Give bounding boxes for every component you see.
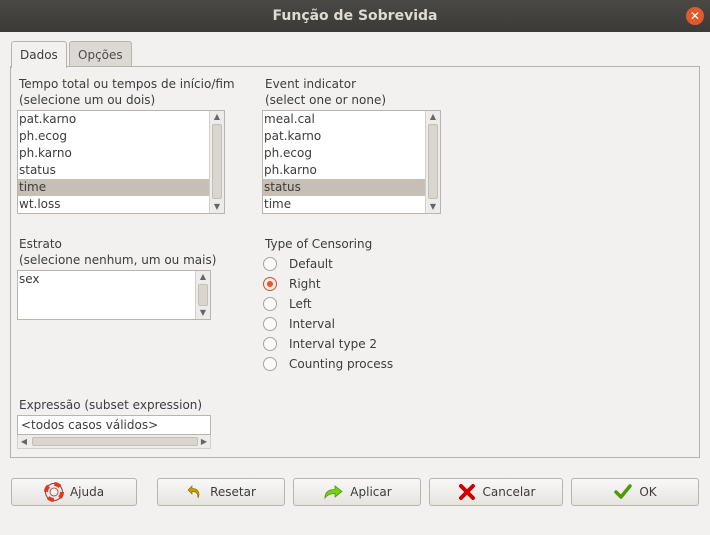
ok-button[interactable]: OK (571, 478, 699, 506)
reset-button-label: Resetar (210, 485, 256, 499)
radio-right[interactable]: Right (263, 275, 321, 293)
list-item[interactable]: wt.loss (18, 196, 224, 213)
radio-button[interactable] (263, 337, 277, 351)
tab-opcoes[interactable]: Opções (69, 41, 132, 67)
strata-list-label-line1: Estrato (19, 237, 62, 251)
list-item[interactable]: meal.cal (263, 111, 440, 128)
tab-dados-label: Dados (20, 48, 58, 62)
scroll-up-icon[interactable]: ▲ (196, 271, 210, 283)
list-item[interactable]: status (18, 162, 224, 179)
scroll-up-icon[interactable]: ▲ (210, 111, 224, 123)
list-item[interactable]: ph.karno (18, 145, 224, 162)
scroll-thumb[interactable] (428, 124, 438, 199)
event-listbox[interactable]: meal.cal pat.karno ph.ecog ph.karno stat… (262, 110, 441, 214)
help-button-label: Ajuda (69, 485, 105, 499)
redo-arrow-icon (324, 485, 343, 500)
checkmark-icon (614, 484, 633, 499)
ok-button-label: OK (639, 485, 657, 499)
censoring-label: Type of Censoring (265, 237, 373, 251)
event-list-scrollbar[interactable]: ▲ ▼ (425, 111, 440, 213)
list-item-selected[interactable]: status (263, 179, 440, 196)
radio-counting-process[interactable]: Counting process (263, 355, 393, 373)
radio-label: Right (289, 277, 321, 291)
tab-dados[interactable]: Dados (11, 41, 67, 68)
strata-listbox[interactable]: sex ▲ ▼ (17, 270, 211, 320)
time-list-label-line2: (selecione um ou dois) (19, 93, 156, 107)
scroll-right-icon[interactable]: ▶ (198, 435, 210, 448)
strata-list-label: Estrato (selecione nenhum, um ou mais) (19, 236, 216, 268)
radio-default[interactable]: Default (263, 255, 333, 273)
scroll-down-icon[interactable]: ▼ (210, 201, 224, 213)
time-list-label: Tempo total ou tempos de início/fim (sel… (19, 76, 235, 108)
radio-button[interactable] (263, 317, 277, 331)
list-item[interactable]: time (263, 196, 440, 213)
time-list-scrollbar[interactable]: ▲ ▼ (209, 111, 224, 213)
radio-label: Interval type 2 (289, 337, 378, 351)
list-item-selected[interactable]: time (18, 179, 224, 196)
radio-button[interactable] (263, 297, 277, 311)
radio-label: Default (289, 257, 333, 271)
reset-button[interactable]: Resetar (157, 478, 285, 506)
list-item[interactable]: ph.ecog (263, 145, 440, 162)
list-item[interactable]: pat.karno (18, 111, 224, 128)
subset-label: Expressão (subset expression) (19, 398, 203, 412)
scroll-thumb[interactable] (212, 124, 222, 199)
help-button[interactable]: Ajuda (11, 478, 137, 506)
list-item[interactable]: sex (18, 271, 210, 288)
list-item[interactable]: ph.ecog (18, 128, 224, 145)
event-list-label-line1: Event indicator (265, 77, 357, 91)
radio-interval-type-2[interactable]: Interval type 2 (263, 335, 377, 353)
radio-interval[interactable]: Interval (263, 315, 335, 333)
radio-left[interactable]: Left (263, 295, 312, 313)
scroll-up-icon[interactable]: ▲ (426, 111, 440, 123)
cancel-button[interactable]: Cancelar (429, 478, 563, 506)
radio-label: Left (289, 297, 312, 311)
scroll-thumb[interactable] (198, 284, 208, 306)
radio-button[interactable] (263, 357, 277, 371)
subset-expression-input[interactable]: <todos casos válidos> (17, 415, 211, 435)
close-icon[interactable]: ✕ (686, 7, 704, 25)
subset-hscrollbar[interactable]: ◀ ▶ (17, 435, 211, 449)
scroll-down-icon[interactable]: ▼ (196, 307, 210, 319)
event-list-label: Event indicator (select one or none) (265, 76, 386, 108)
time-list-label-line1: Tempo total ou tempos de início/fim (19, 77, 235, 91)
cancel-button-label: Cancelar (482, 485, 536, 499)
title-bar: Função de Sobrevida ✕ (0, 0, 710, 32)
scroll-down-icon[interactable]: ▼ (426, 201, 440, 213)
window-title: Função de Sobrevida (272, 8, 438, 24)
strata-list-scrollbar[interactable]: ▲ ▼ (195, 271, 210, 319)
undo-icon (187, 485, 200, 499)
radio-label: Interval (289, 317, 335, 331)
radio-button[interactable] (263, 257, 277, 271)
strata-list-label-line2: (selecione nenhum, um ou mais) (19, 253, 217, 267)
event-list-label-line2: (select one or none) (265, 93, 387, 107)
lifebuoy-icon (43, 482, 64, 502)
list-item[interactable]: ph.karno (263, 162, 440, 179)
radio-label: Counting process (289, 357, 394, 371)
apply-button[interactable]: Aplicar (293, 478, 421, 506)
list-item[interactable]: pat.karno (263, 128, 440, 145)
time-listbox[interactable]: pat.karno ph.ecog ph.karno status time w… (17, 110, 225, 214)
scroll-thumb[interactable] (32, 437, 198, 446)
apply-button-label: Aplicar (350, 485, 392, 499)
tab-opcoes-label: Opções (78, 47, 123, 62)
radio-button-selected[interactable] (263, 277, 277, 291)
cancel-x-icon (458, 484, 475, 500)
scroll-left-icon[interactable]: ◀ (18, 435, 30, 448)
